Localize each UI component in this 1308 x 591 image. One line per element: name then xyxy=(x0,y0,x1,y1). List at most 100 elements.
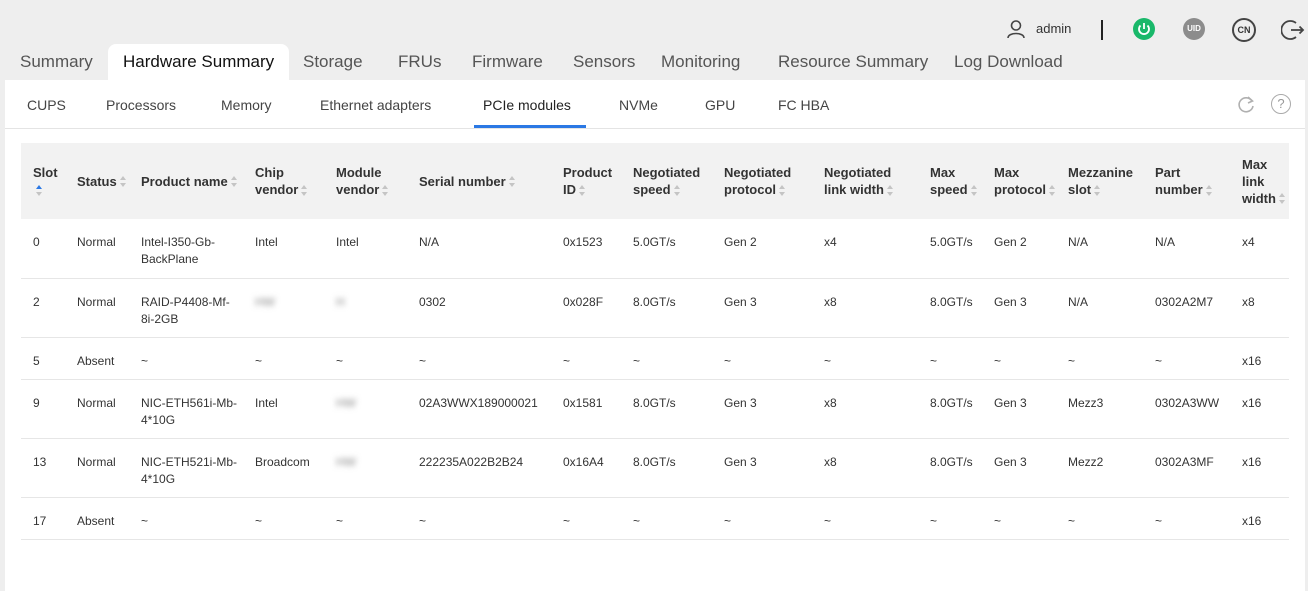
sort-icon[interactable] xyxy=(508,176,516,188)
column-header[interactable]: Chip vendor xyxy=(243,143,324,219)
column-header[interactable]: Product ID xyxy=(551,143,621,219)
table-cell: 222235A022B2B24 xyxy=(407,438,551,498)
table-row: 5 Absent ~ ~ ~ ~ ~ ~ ~ ~ ~ ~ ~ ~ x16 xyxy=(21,337,1289,380)
table-cell: ~ xyxy=(621,497,712,540)
help-icon[interactable]: ? xyxy=(1271,94,1291,114)
subtab-gpu[interactable]: GPU xyxy=(705,97,735,113)
table-cell: 9 xyxy=(21,379,65,439)
tab-summary[interactable]: Summary xyxy=(20,44,93,80)
table-cell: x8 xyxy=(812,278,918,338)
subtab-ethernet-adapters[interactable]: Ethernet adapters xyxy=(320,97,431,113)
sort-icon[interactable] xyxy=(230,176,238,188)
table-cell: HW xyxy=(324,438,407,498)
column-header[interactable]: Max link width xyxy=(1230,143,1289,219)
table-cell: Intel xyxy=(243,219,324,279)
column-header[interactable]: Negotiated link width xyxy=(812,143,918,219)
column-header-label: Negotiated xyxy=(633,165,701,180)
column-header[interactable]: Slot xyxy=(21,143,65,219)
table-cell: 0x1581 xyxy=(551,379,621,439)
tab-monitoring[interactable]: Monitoring xyxy=(661,44,740,80)
tab-frus[interactable]: FRUs xyxy=(398,44,441,80)
table-cell: ~ xyxy=(1056,337,1143,380)
table-cell: x4 xyxy=(812,219,918,279)
user-name[interactable]: admin xyxy=(1036,21,1071,36)
tab-hardware-summary[interactable]: Hardware Summary xyxy=(108,44,290,80)
table-cell: ~ xyxy=(129,337,243,380)
table-row: 17 Absent ~ ~ ~ ~ ~ ~ ~ ~ ~ ~ ~ ~ x16 xyxy=(21,497,1289,540)
uid-icon[interactable]: UID xyxy=(1183,18,1205,40)
subtab-memory[interactable]: Memory xyxy=(221,97,272,113)
main-tabs: Summary Hardware Summary Storage FRUs Fi… xyxy=(0,44,1308,80)
sort-icon[interactable] xyxy=(779,184,786,197)
tab-sensors[interactable]: Sensors xyxy=(573,44,635,80)
table-row: 2 Normal RAID-P4408-Mf-8i-2GB HW H 0302 0x028F… xyxy=(21,278,1289,338)
table-cell: ~ xyxy=(812,337,918,380)
column-header[interactable]: Serial number xyxy=(407,143,551,219)
subtab-fc-hba[interactable]: FC HBA xyxy=(778,97,829,113)
table-cell: 5.0GT/s xyxy=(621,219,712,279)
sort-icon[interactable] xyxy=(36,184,43,197)
column-header[interactable]: Product name xyxy=(129,143,243,219)
column-header-label: slot xyxy=(1068,182,1092,197)
subtab-nvme[interactable]: NVMe xyxy=(619,97,658,113)
table-cell: ~ xyxy=(812,497,918,540)
sort-icon[interactable] xyxy=(1094,184,1101,197)
table-row: 0 Normal Intel-I350-Gb-BackPlane Intel Intel… xyxy=(21,219,1289,279)
column-header[interactable]: Mezzanine slot xyxy=(1056,143,1143,219)
table-cell: Normal xyxy=(65,219,129,279)
column-header[interactable]: Negotiated speed xyxy=(621,143,712,219)
logout-icon[interactable] xyxy=(1281,18,1305,42)
table-row: 13 Normal NIC-ETH521i-Mb-4*10G Broadcom HW 22… xyxy=(21,438,1289,498)
table-cell: 2 xyxy=(21,278,65,338)
sort-icon[interactable] xyxy=(1278,193,1286,205)
refresh-icon[interactable] xyxy=(1235,94,1257,116)
sort-icon[interactable] xyxy=(886,184,894,197)
power-icon[interactable] xyxy=(1133,18,1155,40)
table-cell: 8.0GT/s xyxy=(918,278,982,338)
column-header[interactable]: Max speed xyxy=(918,143,982,219)
sort-icon[interactable] xyxy=(1205,184,1213,197)
pcie-modules-table: Slot Status Product name Chip vendor Module ve… xyxy=(21,143,1289,540)
subtab-processors[interactable]: Processors xyxy=(106,97,176,113)
table-cell: N/A xyxy=(1056,278,1143,338)
column-header-label: Negotiated xyxy=(724,165,792,180)
tab-storage[interactable]: Storage xyxy=(303,44,363,80)
column-header[interactable]: Module vendor xyxy=(324,143,407,219)
table-cell: x8 xyxy=(812,379,918,439)
language-icon[interactable]: CN xyxy=(1232,18,1256,42)
table-cell: NIC-ETH561i-Mb-4*10G xyxy=(129,379,243,439)
table-cell: 0302A3MF xyxy=(1143,438,1230,498)
table-cell: x16 xyxy=(1230,438,1289,498)
tab-firmware[interactable]: Firmware xyxy=(472,44,543,80)
subtab-pcie-modules[interactable]: PCIe modules xyxy=(483,97,571,113)
table-cell: 0302A3WW xyxy=(1143,379,1230,439)
user-icon[interactable] xyxy=(1006,19,1026,39)
sort-icon[interactable] xyxy=(970,184,978,197)
tab-log-download[interactable]: Log Download xyxy=(954,44,1063,80)
column-header-label: vendor xyxy=(336,182,380,197)
sort-icon[interactable] xyxy=(579,184,586,197)
column-header[interactable]: Negotiated protocol xyxy=(712,143,812,219)
tab-resource-summary[interactable]: Resource Summary xyxy=(778,44,928,80)
table-cell: 5 xyxy=(21,337,65,380)
table-header-row: Slot Status Product name Chip vendor Module ve… xyxy=(21,143,1289,219)
table-cell: ~ xyxy=(407,337,551,380)
sort-icon[interactable] xyxy=(382,184,389,197)
subtab-cups[interactable]: CUPS xyxy=(27,97,66,113)
table-cell: ~ xyxy=(918,497,982,540)
column-header[interactable]: Part number xyxy=(1143,143,1230,219)
table-cell: Absent xyxy=(65,497,129,540)
table-cell: ~ xyxy=(1143,497,1230,540)
sort-icon[interactable] xyxy=(1049,184,1056,197)
sort-icon[interactable] xyxy=(119,176,127,188)
table-cell: 02A3WWX189000021 xyxy=(407,379,551,439)
column-header[interactable]: Max protocol xyxy=(982,143,1056,219)
sub-tabs: CUPS Processors Memory Ethernet adapters… xyxy=(5,80,1305,129)
table-cell: 17 xyxy=(21,497,65,540)
sort-icon[interactable] xyxy=(673,184,681,197)
table-cell: ~ xyxy=(712,497,812,540)
column-header-label: link xyxy=(1242,173,1265,189)
table-cell: 0x1523 xyxy=(551,219,621,279)
column-header[interactable]: Status xyxy=(65,143,129,219)
sort-icon[interactable] xyxy=(301,184,308,197)
